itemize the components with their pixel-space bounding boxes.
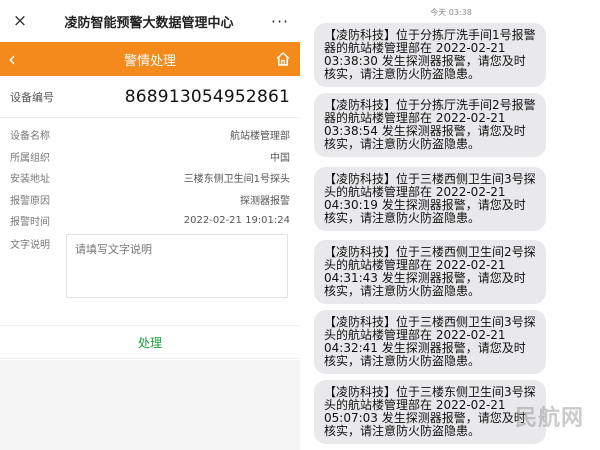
- alarm-handling-screen: × 凌防智能预警大数据管理中心 ··· ‹ 警情处理 设备编号 86891305…: [0, 0, 300, 450]
- info-value: 三楼东侧卫生间1号探头: [183, 174, 290, 186]
- info-row-device-name: 设备名称 航站楼管理部: [10, 124, 290, 146]
- info-value: 探测器报警: [240, 195, 290, 207]
- info-value: 航站楼管理部: [230, 131, 290, 143]
- device-number-label: 设备编号: [10, 90, 54, 104]
- info-label: 安装地址: [10, 174, 50, 186]
- footer-area: [0, 360, 300, 450]
- info-row-alarm-reason: 报警原因 探测器报警: [10, 189, 290, 211]
- sms-thread: 今天 03:38 【凌防科技】位于分拣厅洗手间1号报警器的航站楼管理部在 202…: [302, 0, 600, 450]
- info-value: 中国: [270, 152, 290, 164]
- page-header: ‹ 警情处理: [0, 42, 300, 76]
- sms-message: 【凌防科技】位于分拣厅洗手间2号报警器的航站楼管理部在 2022-02-21 0…: [314, 93, 546, 157]
- sms-message: 【凌防科技】位于分拣厅洗手间1号报警器的航站楼管理部在 2022-02-21 0…: [314, 23, 546, 87]
- app-title-bar: × 凌防智能预警大数据管理中心 ···: [0, 0, 300, 42]
- note-row: 文字说明: [0, 232, 300, 298]
- watermark-logo: 民航网: [514, 406, 584, 431]
- home-icon[interactable]: [272, 48, 294, 70]
- sms-message: 【凌防科技】位于三楼西侧卫生间3号探头的航站楼管理部在 2022-02-21 0…: [314, 167, 546, 231]
- page-title: 警情处理: [123, 53, 176, 69]
- process-button-label: 处理: [137, 335, 162, 350]
- close-icon[interactable]: ×: [10, 11, 30, 31]
- note-label: 文字说明: [10, 239, 50, 251]
- app-title: 凌防智能预警大数据管理中心: [64, 15, 234, 31]
- device-number-row: 设备编号 86891305495286​1: [0, 76, 300, 118]
- info-value: 2022-02-21 19:01:24: [183, 215, 290, 227]
- info-label: 报警原因: [10, 195, 50, 207]
- process-button[interactable]: 处理: [0, 325, 300, 359]
- back-icon[interactable]: ‹: [8, 49, 28, 69]
- note-textarea[interactable]: [66, 233, 288, 298]
- sms-timestamp: 今天 03:38: [430, 8, 472, 17]
- info-label: 报警时间: [10, 217, 50, 229]
- device-number-value: 86891305495286​1: [124, 86, 290, 107]
- info-label: 所属组织: [10, 152, 50, 164]
- sms-message: 【凌防科技】位于三楼东侧卫生间3号探头的航站楼管理部在 2022-02-21 0…: [314, 380, 546, 444]
- info-row-organization: 所属组织 中国: [10, 146, 290, 168]
- alarm-info-list: 设备名称 航站楼管理部 所属组织 中国 安装地址 三楼东侧卫生间1号探头 报警原…: [0, 118, 300, 232]
- more-options-icon[interactable]: ···: [268, 12, 292, 31]
- sms-message: 【凌防科技】位于三楼西侧卫生间3号探头的航站楼管理部在 2022-02-21 0…: [314, 310, 546, 374]
- info-row-alarm-time: 报警时间 2022-02-21 19:01:24: [10, 210, 290, 232]
- sms-message: 【凌防科技】位于三楼西侧卫生间2号探头的航站楼管理部在 2022-02-21 0…: [314, 240, 546, 304]
- info-label: 设备名称: [10, 131, 50, 143]
- info-row-install-address: 安装地址 三楼东侧卫生间1号探头: [10, 167, 290, 189]
